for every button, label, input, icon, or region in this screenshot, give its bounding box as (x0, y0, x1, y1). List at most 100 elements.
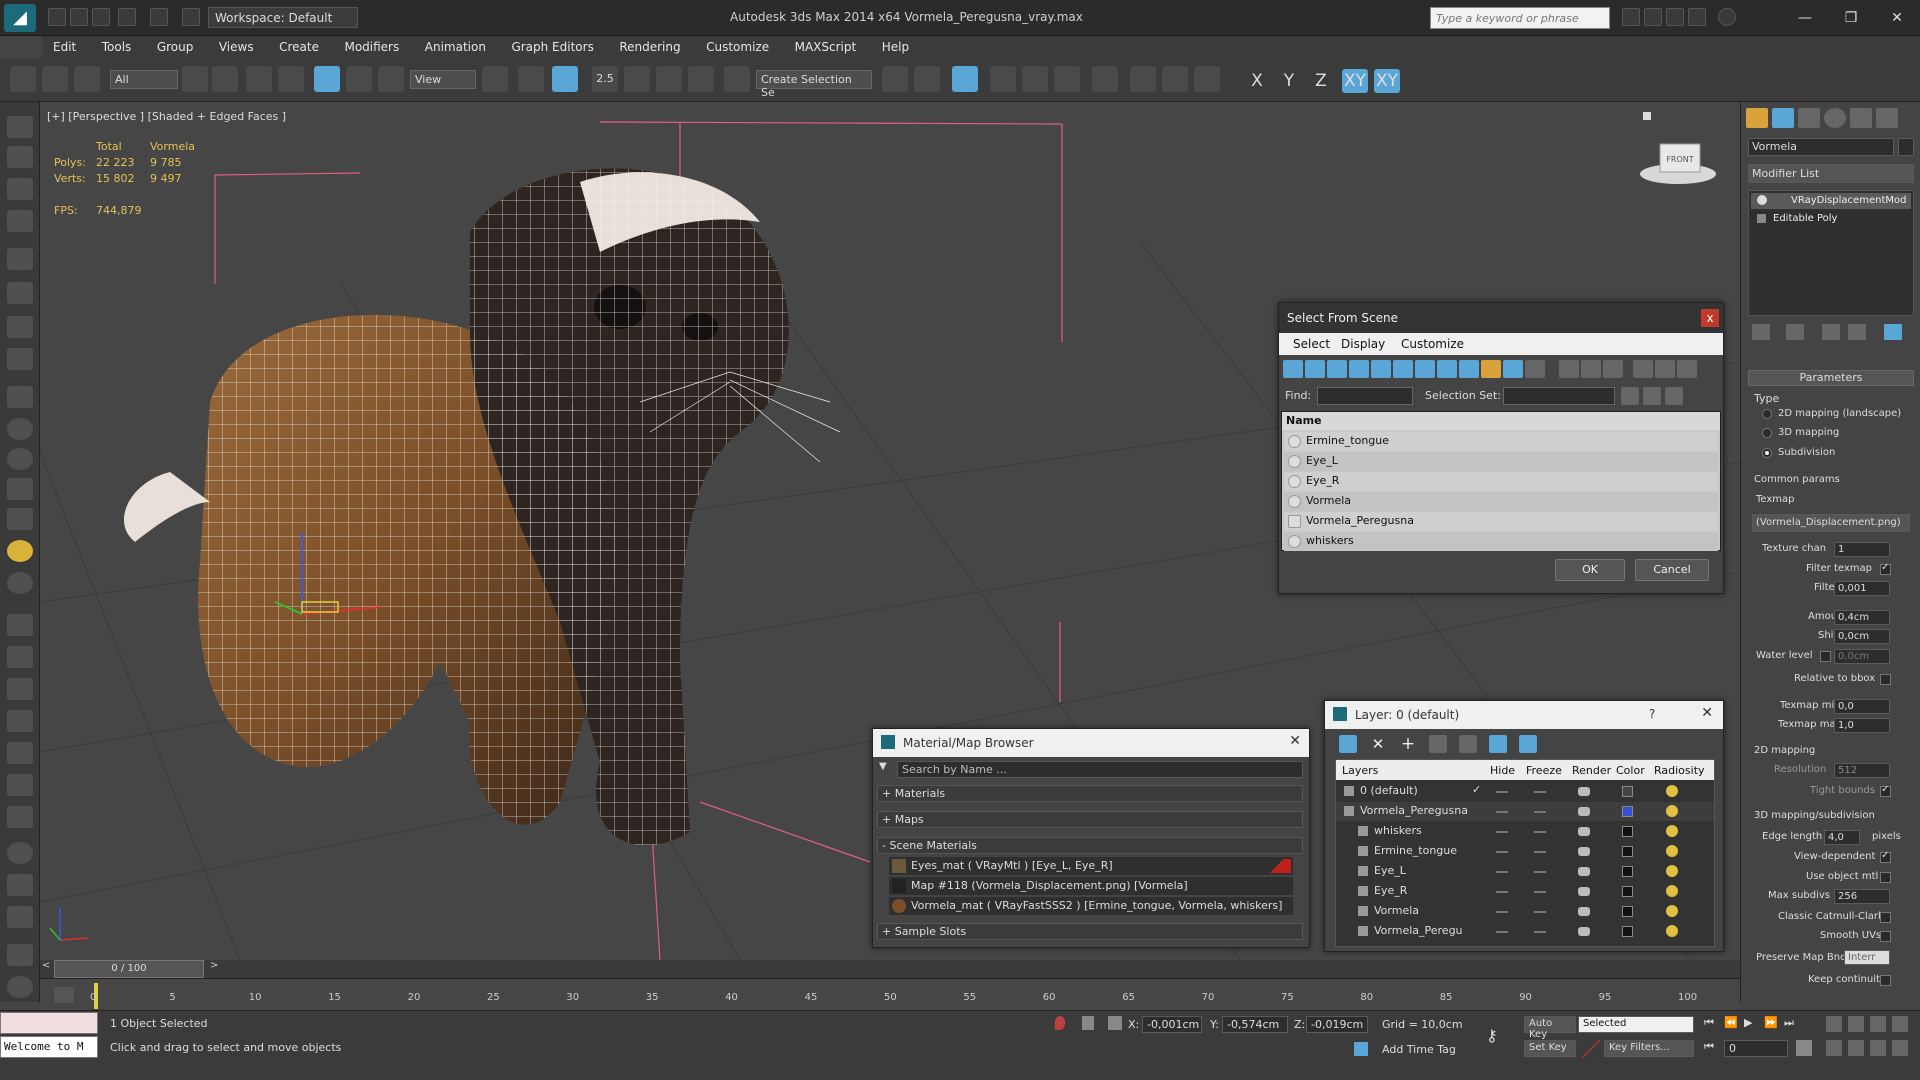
configure-sets-icon[interactable] (1884, 324, 1902, 340)
workspace-select[interactable]: Workspace: Default (208, 7, 358, 28)
axis-xy-button[interactable]: XY (1342, 69, 1368, 93)
filter-containers-icon[interactable] (1481, 360, 1501, 378)
time-tag-icon[interactable] (1354, 1042, 1368, 1056)
maximize-viewport-icon[interactable] (1892, 1040, 1908, 1056)
freeze-toggle[interactable] (1534, 851, 1546, 853)
shift-input[interactable]: 0,0cm (1834, 629, 1890, 644)
list-icon[interactable] (7, 178, 33, 200)
filter-funnel-icon[interactable] (1633, 360, 1653, 378)
sun-light-icon[interactable] (7, 540, 33, 562)
material-search-input[interactable]: Search by Name ... (897, 761, 1303, 778)
find-input[interactable] (1317, 387, 1413, 405)
x-coord-input[interactable]: -0,001cm (1142, 1016, 1202, 1033)
set-key-button[interactable]: Set Key (1524, 1040, 1576, 1057)
list-item[interactable]: Eye_R (1284, 472, 1718, 491)
scene-materials-section[interactable]: - Scene Materials (877, 837, 1303, 854)
unlink-icon[interactable] (42, 66, 68, 92)
lightbulb-icon[interactable] (1757, 195, 1767, 205)
next-frame-icon[interactable]: ⏩ (1764, 1016, 1780, 1032)
col-radiosity[interactable]: Radiosity (1654, 764, 1705, 777)
zoom-all-icon[interactable] (1848, 1016, 1864, 1032)
render-setup-icon[interactable] (1130, 66, 1156, 92)
current-frame-input[interactable]: 0 (1724, 1040, 1788, 1057)
list-item[interactable]: Map #118 (Vormela_Displacement.png) [Vor… (889, 877, 1293, 895)
select-by-name-icon[interactable] (212, 66, 238, 92)
col-hide[interactable]: Hide (1490, 764, 1515, 777)
close-window-button[interactable]: ✕ (1882, 8, 1912, 28)
material-editor-icon[interactable] (1092, 66, 1118, 92)
viewport-label[interactable]: [+] [Perspective ] [Shaded + Edged Faces… (47, 110, 286, 123)
field-of-view-icon[interactable] (1826, 1040, 1842, 1056)
filter-xrefs-icon[interactable] (1437, 360, 1457, 378)
modifier-stack-item[interactable]: Editable Poly (1751, 211, 1911, 227)
auto-key-button[interactable]: Auto Key (1524, 1016, 1576, 1040)
type-subdivision-radio[interactable] (1762, 448, 1772, 458)
hide-toggle[interactable] (1496, 831, 1508, 833)
type-3d-radio[interactable] (1762, 428, 1772, 438)
save-file-icon[interactable] (92, 8, 110, 26)
layer-row[interactable]: Eye_L (1336, 862, 1714, 881)
search-results-icon[interactable] (1666, 8, 1684, 26)
select-manipulate-icon[interactable] (518, 66, 544, 92)
align-icon[interactable] (914, 66, 940, 92)
zoom-extents-all-icon[interactable] (1892, 1016, 1908, 1032)
list-item[interactable]: whiskers (1284, 532, 1718, 551)
layer-color-swatch[interactable] (1622, 826, 1633, 837)
scale-icon[interactable] (378, 66, 404, 92)
go-to-start-icon[interactable]: ⏮ (1704, 1016, 1720, 1032)
filter-blur-input[interactable]: 0,001 (1834, 581, 1890, 596)
filter-geometry-icon[interactable] (1283, 360, 1303, 378)
texture-chan-input[interactable]: 1 (1834, 542, 1890, 557)
axis-x-button[interactable]: X (1244, 69, 1270, 93)
modifier-stack-item[interactable]: VRayDisplacementMod (1751, 193, 1911, 209)
materials-section[interactable]: + Materials (877, 785, 1303, 802)
render-teapot-icon[interactable] (1578, 887, 1590, 896)
previous-frame-icon[interactable]: ⏪ (1724, 1016, 1740, 1032)
teapot-icon[interactable] (7, 116, 33, 138)
select-all-icon[interactable] (1559, 360, 1579, 378)
cancel-button[interactable]: Cancel (1635, 559, 1709, 581)
time-configuration-icon[interactable] (1796, 1040, 1812, 1056)
layer-color-swatch[interactable] (1622, 926, 1633, 937)
freeze-toggle[interactable] (1534, 871, 1546, 873)
amount-input[interactable]: 0,4cm (1834, 610, 1890, 625)
relative-to-bbox-checkbox[interactable] (1880, 674, 1891, 685)
layer-row[interactable]: Vormela_Peregu (1336, 922, 1714, 941)
hide-toggle[interactable] (1496, 871, 1508, 873)
use-object-mtl-checkbox[interactable] (1880, 872, 1891, 883)
angle-snap-icon[interactable] (624, 66, 650, 92)
selection-set-select[interactable] (1503, 387, 1615, 405)
water-level-checkbox[interactable] (1820, 651, 1831, 662)
communication-icon[interactable] (1644, 8, 1662, 26)
layer-color-swatch[interactable] (1622, 906, 1633, 917)
axis-z-button[interactable]: Z (1308, 69, 1334, 93)
time-slider-thumb[interactable]: 0 / 100 (54, 960, 204, 978)
time-slider-track[interactable]: < 0 / 100 > (40, 960, 1740, 978)
zoom-extents-icon[interactable] (1870, 1016, 1886, 1032)
resolution-input[interactable]: 512 (1834, 763, 1890, 778)
key-mode-toggle-icon[interactable]: ⏮ (1704, 1040, 1720, 1056)
col-freeze[interactable]: Freeze (1526, 764, 1562, 777)
freeze-toggle[interactable] (1534, 811, 1546, 813)
add-time-tag[interactable]: Add Time Tag (1382, 1043, 1456, 1056)
isolate-selection-icon[interactable] (1055, 1016, 1065, 1030)
menu-tools[interactable]: Tools (91, 36, 143, 58)
redo-icon[interactable] (150, 8, 168, 26)
help-button[interactable]: ? (1649, 707, 1655, 721)
sort-icon[interactable] (1677, 360, 1697, 378)
col-render[interactable]: Render (1572, 764, 1611, 777)
freeze-all-icon[interactable] (1519, 735, 1537, 753)
menu-help[interactable]: Help (871, 36, 920, 58)
layer-row[interactable]: Vormela_Peregusna (1336, 802, 1714, 821)
hide-all-icon[interactable] (1489, 735, 1507, 753)
list-item[interactable]: Vormela_Peregusna (1284, 512, 1718, 531)
layer-row[interactable]: Vormela (1336, 902, 1714, 921)
radiosity-sun-icon[interactable] (1666, 805, 1678, 817)
hide-toggle[interactable] (1496, 931, 1508, 933)
y-coord-input[interactable]: -0,574cm (1222, 1016, 1288, 1033)
viewcube[interactable]: FRONT (1640, 143, 1716, 184)
col-layers[interactable]: Layers (1342, 764, 1378, 777)
brush-icon[interactable] (7, 646, 33, 668)
camera-icon[interactable] (7, 282, 33, 304)
schematic-view-icon[interactable] (1054, 66, 1080, 92)
